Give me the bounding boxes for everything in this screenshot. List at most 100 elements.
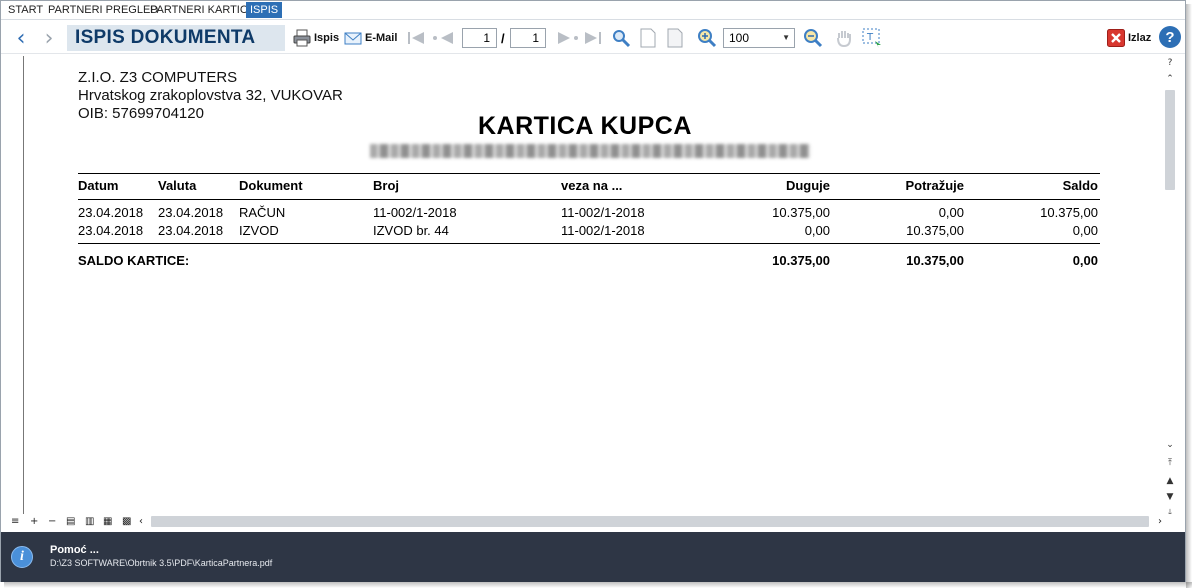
minus-icon[interactable]: − — [48, 516, 56, 527]
scroll-thumb[interactable] — [1165, 90, 1175, 190]
col-saldo: Saldo — [1062, 178, 1098, 193]
horizontal-scrollbar[interactable] — [151, 516, 1149, 527]
svg-text:T: T — [866, 32, 874, 43]
scroll-up-icon[interactable]: ⌃ — [1163, 74, 1177, 84]
col-datum: Datum — [78, 178, 119, 193]
envelope-icon — [344, 32, 362, 45]
cell-broj: IZVOD br. 44 — [373, 223, 449, 238]
vertical-scrollbar[interactable]: ? ⌃ ⌄ ⤒ ▲ ▼ ⤓ — [1161, 56, 1179, 518]
cell-saldo: 0,00 — [1072, 223, 1098, 238]
window-shadow-bottom — [4, 582, 1192, 588]
app-window: START PARTNERI PREGLED PARTNERI KARTICA … — [0, 0, 1186, 582]
current-page-input[interactable]: 1 — [462, 28, 497, 48]
table-top-rule — [78, 173, 1100, 174]
col-veza: veza na ... — [561, 178, 623, 193]
menu-ispis[interactable]: ISPIS — [246, 2, 283, 18]
menu-partneri-kartica[interactable]: PARTNERI KARTICA — [150, 4, 255, 16]
col-duguje: Duguje — [785, 178, 830, 193]
window-shadow-right — [1186, 4, 1192, 588]
double-view-icon[interactable]: ▥ — [85, 516, 94, 527]
cell-dokument: IZVOD — [239, 223, 279, 238]
col-potrazuje: Potražuje — [905, 178, 964, 193]
last-page-icon[interactable] — [583, 30, 603, 46]
footer-rule — [78, 243, 1100, 244]
cell-datum: 23.04.2018 — [78, 205, 144, 220]
help-mini-icon[interactable]: ? — [1163, 58, 1177, 68]
col-valuta: Valuta — [158, 178, 197, 193]
zoom-in-icon[interactable] — [697, 28, 717, 48]
close-icon — [1107, 29, 1125, 47]
page-title: ISPIS DOKUMENTA — [67, 25, 285, 51]
exit-label: Izlaz — [1128, 32, 1152, 44]
cell-veza: 11-002/1-2018 — [561, 223, 645, 238]
page-up-icon[interactable]: ▲ — [1163, 476, 1177, 486]
cell-broj: 11-002/1-2018 — [373, 205, 457, 220]
back-arrow-icon[interactable]: ‹ — [11, 26, 31, 51]
grid-view-icon[interactable]: ▩ — [122, 516, 131, 527]
view-bar: ≡ + − ▤ ▥ ▦ ▩ ‹ › — [1, 514, 1185, 530]
total-duguje: 10.375,00 — [772, 253, 830, 268]
total-pages-field: 1 — [510, 28, 546, 48]
zoom-select[interactable]: 100 ▼ — [723, 28, 795, 48]
page-separator: / — [501, 31, 505, 46]
help-icon[interactable]: ? — [1159, 26, 1181, 48]
cell-valuta: 23.04.2018 — [158, 223, 224, 238]
menu-bar: START PARTNERI PREGLED PARTNERI KARTICA … — [1, 1, 1185, 20]
toolbar: ‹ › ISPIS DOKUMENTA Ispis E-Mail 1 / 1 1… — [1, 22, 1185, 54]
menu-partneri-pregled[interactable]: PARTNERI PREGLED — [48, 4, 158, 16]
menu-start[interactable]: START — [8, 4, 43, 16]
total-saldo: 0,00 — [1072, 253, 1098, 268]
cell-potrazuje: 10.375,00 — [906, 223, 964, 238]
col-dokument: Dokument — [239, 178, 303, 193]
print-button[interactable]: Ispis — [293, 27, 339, 49]
company-oib: OIB: 57699704120 — [78, 105, 204, 122]
cell-datum: 23.04.2018 — [78, 223, 144, 238]
status-path: D:\Z3 SOFTWARE\Obrtnik 3.5\PDF\KarticaPa… — [50, 558, 273, 568]
plus-icon[interactable]: + — [30, 516, 38, 527]
forward-arrow-icon[interactable]: › — [39, 26, 59, 51]
company-header: Z.I.O. Z3 COMPUTERS Hrvatskog zrakoplovs… — [78, 69, 343, 123]
cell-duguje: 10.375,00 — [772, 205, 830, 220]
hand-pan-icon[interactable] — [834, 28, 854, 48]
chevron-down-icon: ▼ — [782, 33, 790, 42]
email-label: E-Mail — [365, 32, 398, 44]
scroll-top-icon[interactable]: ⤒ — [1163, 458, 1177, 468]
next-page-icon[interactable] — [554, 30, 580, 46]
status-bar: i Pomoć ... D:\Z3 SOFTWARE\Obrtnik 3.5\P… — [1, 532, 1185, 582]
cell-valuta: 23.04.2018 — [158, 205, 224, 220]
quad-view-icon[interactable]: ▦ — [103, 516, 112, 527]
info-icon: i — [11, 546, 33, 568]
text-select-icon[interactable]: T — [861, 27, 883, 49]
zoom-out-icon[interactable] — [803, 28, 823, 48]
redacted-customer-name — [370, 144, 810, 158]
page-down-icon[interactable]: ▼ — [1163, 492, 1177, 502]
col-broj: Broj — [373, 178, 399, 193]
cell-duguje: 0,00 — [804, 223, 830, 238]
scroll-down-icon[interactable]: ⌄ — [1163, 440, 1177, 450]
scroll-right-icon[interactable]: › — [1158, 516, 1162, 527]
prev-page-icon[interactable] — [431, 30, 457, 46]
total-potrazuje: 10.375,00 — [906, 253, 964, 268]
zoom-value: 100 — [729, 31, 750, 45]
company-address: Hrvatskog zrakoplovstva 32, VUKOVAR — [78, 87, 343, 104]
single-page-icon[interactable] — [639, 28, 657, 48]
find-icon[interactable] — [611, 28, 631, 48]
cell-saldo: 10.375,00 — [1040, 205, 1098, 220]
cell-potrazuje: 0,00 — [938, 205, 964, 220]
document-title: KARTICA KUPCA — [478, 112, 692, 140]
page-width-icon[interactable] — [666, 28, 684, 48]
status-title: Pomoć ... — [50, 544, 99, 556]
document-preview: Z.I.O. Z3 COMPUTERS Hrvatskog zrakoplovs… — [23, 56, 1169, 514]
menu-icon[interactable]: ≡ — [11, 516, 19, 527]
scroll-left-icon[interactable]: ‹ — [139, 516, 143, 527]
header-rule — [78, 199, 1100, 200]
exit-button[interactable]: Izlaz — [1107, 27, 1151, 49]
email-button[interactable]: E-Mail — [344, 27, 397, 49]
single-view-icon[interactable]: ▤ — [66, 516, 75, 527]
printer-icon — [293, 29, 311, 47]
cell-dokument: RAČUN — [239, 205, 286, 220]
print-label: Ispis — [314, 32, 340, 44]
saldo-kartice-label: SALDO KARTICE: — [78, 253, 190, 268]
first-page-icon[interactable] — [406, 30, 426, 46]
company-name: Z.I.O. Z3 COMPUTERS — [78, 69, 238, 86]
